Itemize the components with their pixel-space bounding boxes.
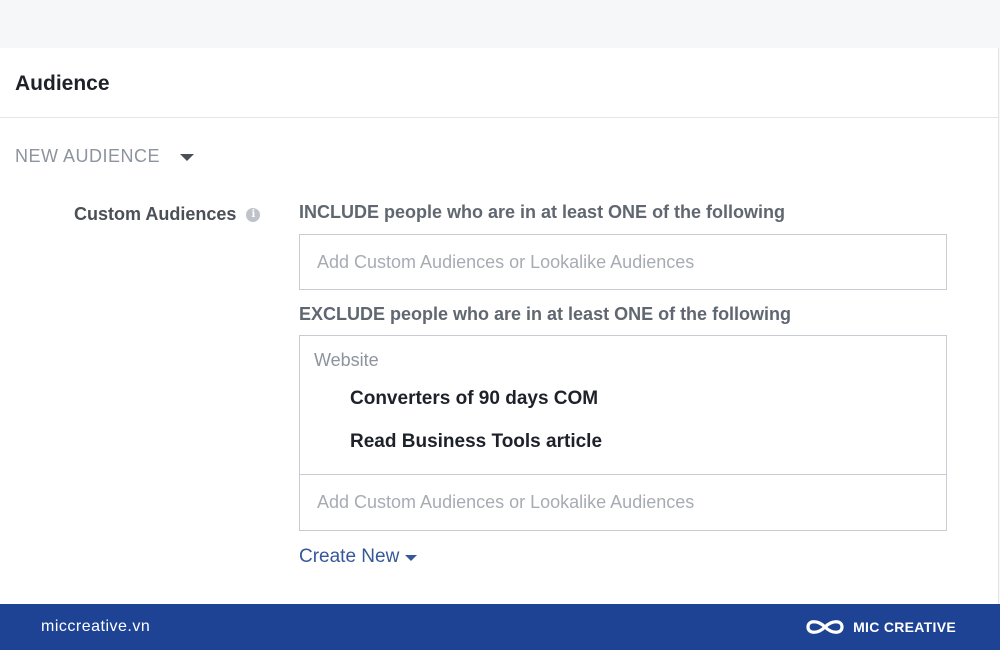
include-audience-input[interactable]: Add Custom Audiences or Lookalike Audien… [300,235,946,290]
footer-bar: miccreative.vn MIC CREATIVE [0,604,1000,650]
exclude-audience-input[interactable]: Add Custom Audiences or Lookalike Audien… [300,475,946,530]
create-new-label: Create New [299,546,400,567]
include-heading: INCLUDE people who are in at least ONE o… [299,202,786,222]
brand-name: MIC CREATIVE [853,619,956,635]
create-new-button[interactable]: Create New [299,546,418,568]
include-audience-box[interactable]: Add Custom Audiences or Lookalike Audien… [299,234,947,290]
footer-site-link[interactable]: miccreative.vn [41,618,150,636]
custom-audiences-label-text: Custom Audiences [74,204,237,224]
info-icon[interactable]: i [246,207,261,222]
footer-brand: MIC CREATIVE [805,616,956,638]
caret-down-icon [405,555,418,561]
custom-audiences-label: Custom Audiences i [74,204,261,225]
new-audience-label: NEW AUDIENCE [15,146,161,166]
exclude-audience-item[interactable]: Read Business Tools article [350,431,602,453]
new-audience-dropdown[interactable]: NEW AUDIENCE [15,146,195,167]
exclude-audience-box: Website Converters of 90 days COM Read B… [299,335,947,531]
panel-title: Audience [15,72,110,95]
exclude-heading: EXCLUDE people who are in at least ONE o… [299,304,792,324]
mic-creative-logo [806,620,844,634]
caret-down-icon [180,154,195,161]
exclude-audience-item[interactable]: Converters of 90 days COM [350,388,598,410]
audience-panel: Audience NEW AUDIENCE Custom Audiences i… [0,48,999,604]
panel-header [0,48,998,118]
exclude-group-label: Website [314,350,379,370]
